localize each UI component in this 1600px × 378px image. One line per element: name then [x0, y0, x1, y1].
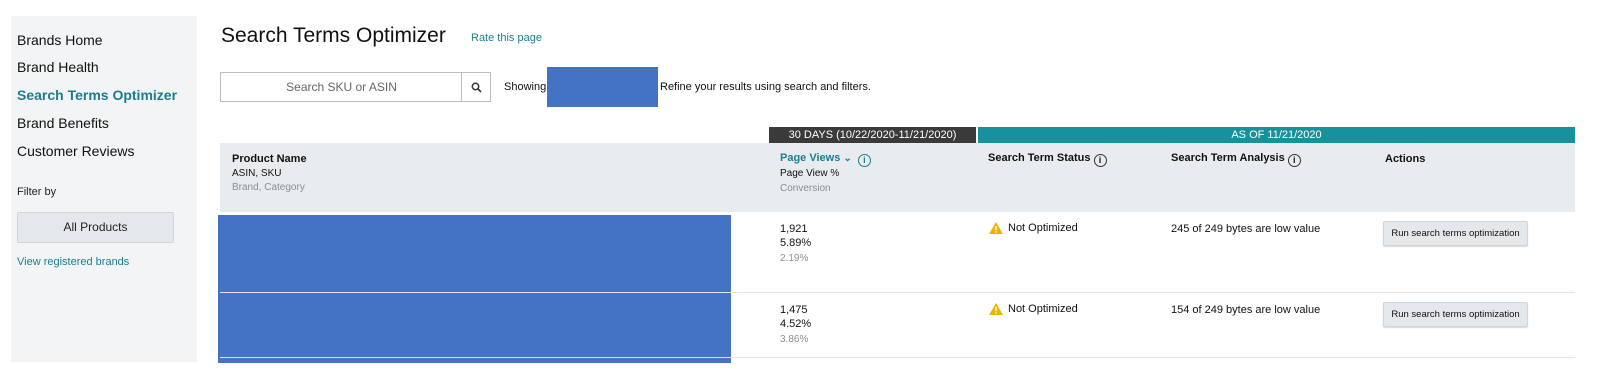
row-divider	[220, 292, 1575, 293]
conversion-value: 2.19%	[780, 253, 809, 264]
warning-icon	[989, 222, 1003, 234]
showing-label: Showing	[504, 81, 547, 93]
sidebar-item-brand-benefits[interactable]: Brand Benefits	[17, 115, 109, 131]
search-term-analysis-header: Search Term Analysis i	[1171, 152, 1301, 167]
search-icon	[471, 82, 482, 93]
filter-by-label: Filter by	[17, 186, 57, 198]
brand-category-subheader: Brand, Category	[232, 182, 305, 193]
page-views-header-label: Page Views	[780, 152, 841, 164]
redacted-block	[547, 67, 658, 107]
info-icon[interactable]: i	[1093, 154, 1107, 167]
page-views-sort-header[interactable]: Page Views ⌄ i	[780, 152, 871, 167]
rate-this-page-link[interactable]: Rate this page	[471, 32, 542, 44]
redacted-product-block	[218, 215, 731, 363]
product-name-header: Product Name	[232, 153, 307, 165]
status-badge: Not Optimized	[989, 222, 1078, 234]
run-optimization-button[interactable]: Run search terms optimization	[1383, 221, 1528, 246]
table-header: Product Name ASIN, SKU Brand, Category P…	[220, 143, 1575, 212]
row-divider	[220, 357, 1575, 358]
info-icon[interactable]: i	[857, 154, 871, 167]
thirty-days-range-header: 30 DAYS (10/22/2020-11/21/2020)	[769, 127, 976, 143]
page-views-value: 1,921	[780, 223, 808, 235]
search-term-status-label: Search Term Status	[988, 152, 1091, 164]
analysis-text: 154 of 249 bytes are low value	[1171, 304, 1321, 316]
analysis-text: 245 of 249 bytes are low value	[1171, 223, 1321, 235]
all-products-filter-button[interactable]: All Products	[17, 212, 174, 243]
sidebar: Brands Home Brand Health Search Terms Op…	[11, 16, 197, 362]
search-input[interactable]	[220, 72, 462, 102]
search-term-analysis-label: Search Term Analysis	[1171, 152, 1285, 164]
page-view-pct-value: 5.89%	[780, 237, 812, 249]
view-registered-brands-link[interactable]: View registered brands	[17, 256, 129, 268]
sidebar-item-customer-reviews[interactable]: Customer Reviews	[17, 143, 134, 159]
sidebar-item-brands-home[interactable]: Brands Home	[17, 32, 103, 48]
asin-sku-subheader: ASIN, SKU	[232, 168, 282, 179]
status-text: Not Optimized	[1008, 303, 1078, 315]
page-views-value: 1,475	[780, 304, 808, 316]
actions-header: Actions	[1385, 153, 1426, 165]
warning-icon	[989, 303, 1003, 315]
run-optimization-button[interactable]: Run search terms optimization	[1383, 302, 1528, 327]
conversion-value: 3.86%	[780, 334, 809, 345]
sidebar-item-search-terms-optimizer[interactable]: Search Terms Optimizer	[17, 87, 177, 103]
page-view-pct-value: 4.52%	[780, 318, 812, 330]
info-icon[interactable]: i	[1287, 154, 1301, 167]
search-button[interactable]	[461, 72, 491, 102]
refine-hint-text: Refine your results using search and fil…	[660, 81, 871, 93]
page-view-pct-subheader: Page View %	[780, 168, 840, 179]
sidebar-item-brand-health[interactable]: Brand Health	[17, 59, 99, 75]
conversion-subheader: Conversion	[780, 183, 831, 194]
search-term-status-header: Search Term Status i	[988, 152, 1107, 167]
status-text: Not Optimized	[1008, 222, 1078, 234]
as-of-date-header: AS OF 11/21/2020	[978, 127, 1575, 143]
chevron-down-icon: ⌄	[843, 153, 852, 164]
page-title: Search Terms Optimizer	[221, 24, 446, 47]
status-badge: Not Optimized	[989, 303, 1078, 315]
